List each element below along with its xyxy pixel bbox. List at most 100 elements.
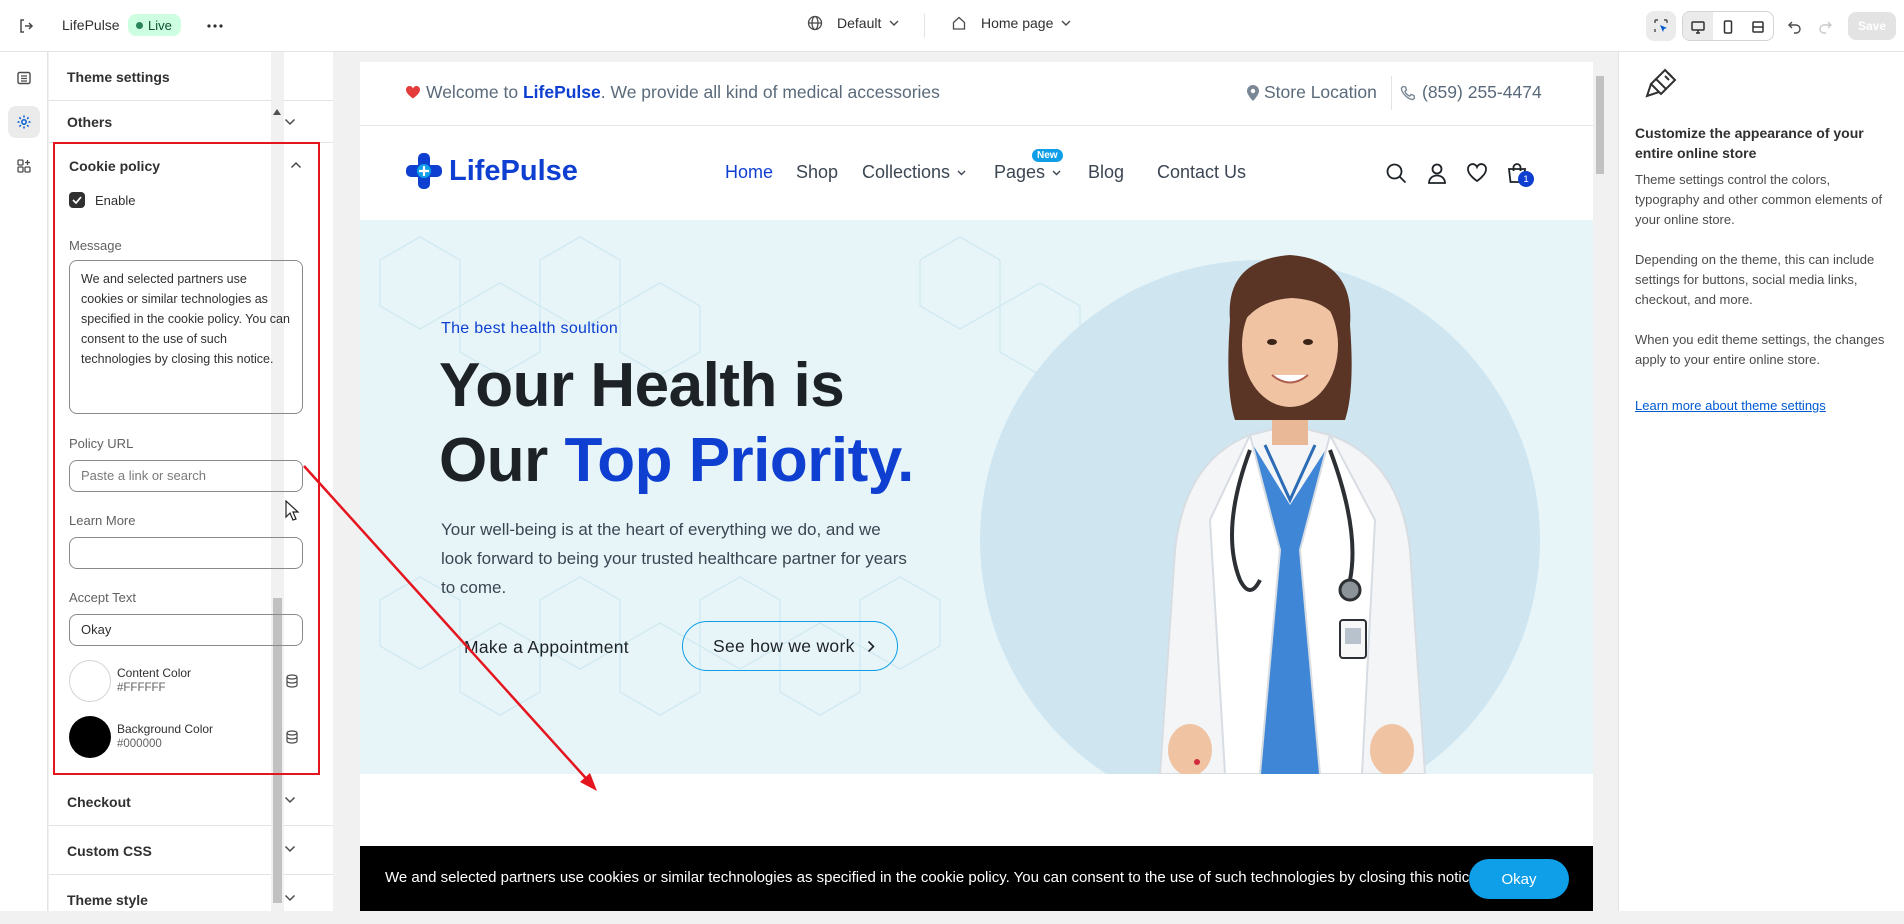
topbar-actions: Save [1646, 0, 1904, 52]
more-actions-icon[interactable] [203, 14, 227, 38]
inspector-icon[interactable] [1646, 11, 1676, 41]
content-color-value: #FFFFFF [117, 682, 166, 694]
chevron-right-icon [867, 640, 875, 652]
status-badge-label: Live [148, 17, 172, 33]
save-button[interactable]: Save [1848, 12, 1896, 40]
see-how-we-work-button[interactable]: See how we work [682, 621, 898, 671]
theme-selector[interactable]: Default [807, 15, 899, 31]
section-others[interactable]: Others [49, 101, 333, 143]
nav-contact[interactable]: Contact Us [1157, 162, 1246, 183]
preview-scrollbar[interactable] [1593, 62, 1607, 911]
phone-icon [1400, 85, 1416, 100]
cookie-policy-title[interactable]: Cookie policy [69, 158, 160, 174]
viewport-toggle [1682, 11, 1774, 41]
divider [924, 14, 925, 38]
section-theme-style[interactable]: Theme style [49, 876, 333, 924]
globe-icon [807, 15, 823, 31]
fullscreen-icon[interactable] [1743, 12, 1773, 40]
checkmark-icon [72, 196, 82, 204]
help-heading: Customize the appearance of your entire … [1635, 125, 1864, 161]
nav-blog[interactable]: Blog [1088, 162, 1124, 183]
content-color-swatch[interactable] [69, 660, 111, 702]
welcome-prefix: Welcome to [426, 82, 519, 102]
phone-link[interactable]: (859) 255-4474 [1400, 82, 1542, 103]
appointment-button[interactable]: Make a Appointment [441, 622, 652, 672]
panel-title: Theme settings [67, 69, 170, 85]
user-icon[interactable] [1426, 162, 1448, 184]
page-selector-label: Home page [981, 15, 1054, 31]
help-paragraph-1: Theme settings control the colors, typog… [1635, 172, 1883, 227]
status-badge: Live [128, 14, 181, 36]
section-custom-css[interactable]: Custom CSS [49, 827, 333, 875]
theme-selector-label: Default [837, 15, 882, 31]
logo-text: LifePulse [449, 154, 578, 187]
welcome-message: Welcome to LifePulse. We provide all kin… [406, 82, 940, 103]
chevron-down-icon [284, 796, 296, 804]
enable-checkbox[interactable] [69, 192, 85, 208]
see-how-we-work-label: See how we work [713, 635, 855, 656]
policy-url-input[interactable]: Paste a link or search [69, 460, 303, 492]
nav-collections[interactable]: Collections [862, 162, 966, 183]
chevron-down-icon [957, 170, 966, 175]
message-textarea[interactable]: We and selected partners use cookies or … [69, 260, 303, 414]
live-dot-icon [136, 21, 143, 29]
nav-home[interactable]: Home [725, 162, 773, 183]
cookie-policy-section: Cookie policy Enable Message We and sele… [53, 142, 320, 775]
hero-heading-line2: Our [439, 426, 565, 495]
nav-pages[interactable]: Pages [994, 162, 1061, 183]
redo-icon[interactable] [1810, 11, 1840, 41]
chevron-down-icon [284, 118, 296, 126]
map-pin-icon [1247, 84, 1259, 101]
hero-heading-accent: Top Priority. [564, 426, 914, 495]
policy-url-label: Policy URL [69, 436, 134, 451]
learn-more-input[interactable] [69, 537, 303, 569]
wishlist-heart-icon[interactable] [1466, 162, 1488, 184]
background-color-swatch[interactable] [69, 716, 111, 758]
help-panel: Customize the appearance of your entire … [1618, 52, 1904, 911]
search-icon[interactable] [1385, 162, 1407, 184]
section-custom-css-label: Custom CSS [67, 843, 152, 859]
new-badge: New [1032, 149, 1063, 162]
chevron-down-icon [889, 20, 899, 26]
hero-heading: Your Health is Our Top Priority. [439, 348, 914, 498]
chevron-down-icon [1052, 170, 1061, 175]
undo-icon[interactable] [1780, 11, 1810, 41]
store-name: LifePulse [62, 17, 120, 33]
section-theme-style-label: Theme style [67, 892, 148, 908]
database-icon[interactable] [285, 674, 299, 688]
sections-icon[interactable] [8, 62, 40, 94]
preview-topbar: Welcome to LifePulse. We provide all kin… [360, 62, 1593, 126]
preview-scrollbar-thumb[interactable] [1596, 76, 1604, 174]
database-icon[interactable] [285, 730, 299, 744]
mouse-cursor-icon [285, 500, 300, 521]
store-location-link[interactable]: Store Location [1247, 82, 1377, 103]
exit-icon[interactable] [15, 15, 37, 37]
store-logo[interactable]: LifePulse [405, 152, 578, 190]
phone-label: (859) 255-4474 [1422, 82, 1542, 102]
scroll-up-arrow-icon[interactable] [272, 108, 282, 116]
chevron-down-icon [1061, 20, 1071, 26]
theme-settings-icon[interactable] [8, 106, 40, 138]
cookie-bar-text: We and selected partners use cookies or … [385, 869, 1482, 886]
section-checkout[interactable]: Checkout [49, 778, 333, 826]
cookie-consent-bar: We and selected partners use cookies or … [360, 846, 1593, 911]
doctor-image [1158, 255, 1427, 774]
accept-text-input[interactable]: Okay [69, 614, 303, 646]
mobile-icon[interactable] [1713, 12, 1743, 40]
medical-cross-logo-icon [406, 153, 442, 189]
message-label: Message [69, 238, 122, 253]
nav-shop[interactable]: Shop [796, 162, 838, 183]
desktop-icon[interactable] [1683, 12, 1713, 40]
learn-more-link[interactable]: Learn more about theme settings [1635, 398, 1826, 413]
store-preview: Welcome to LifePulse. We provide all kin… [360, 62, 1593, 911]
hero-tagline: The best health soultion [441, 320, 619, 337]
editor-topbar: LifePulse Live Default Home page Save [0, 0, 1904, 52]
content-color-label: Content Color [117, 666, 192, 680]
welcome-brand: LifePulse [522, 82, 601, 102]
divider [1391, 76, 1392, 110]
app-embeds-icon[interactable] [8, 150, 40, 182]
page-selector[interactable]: Home page [951, 15, 1071, 31]
cookie-accept-button[interactable]: Okay [1469, 859, 1569, 899]
chevron-up-icon[interactable] [290, 161, 302, 169]
chevron-down-icon [284, 845, 296, 853]
